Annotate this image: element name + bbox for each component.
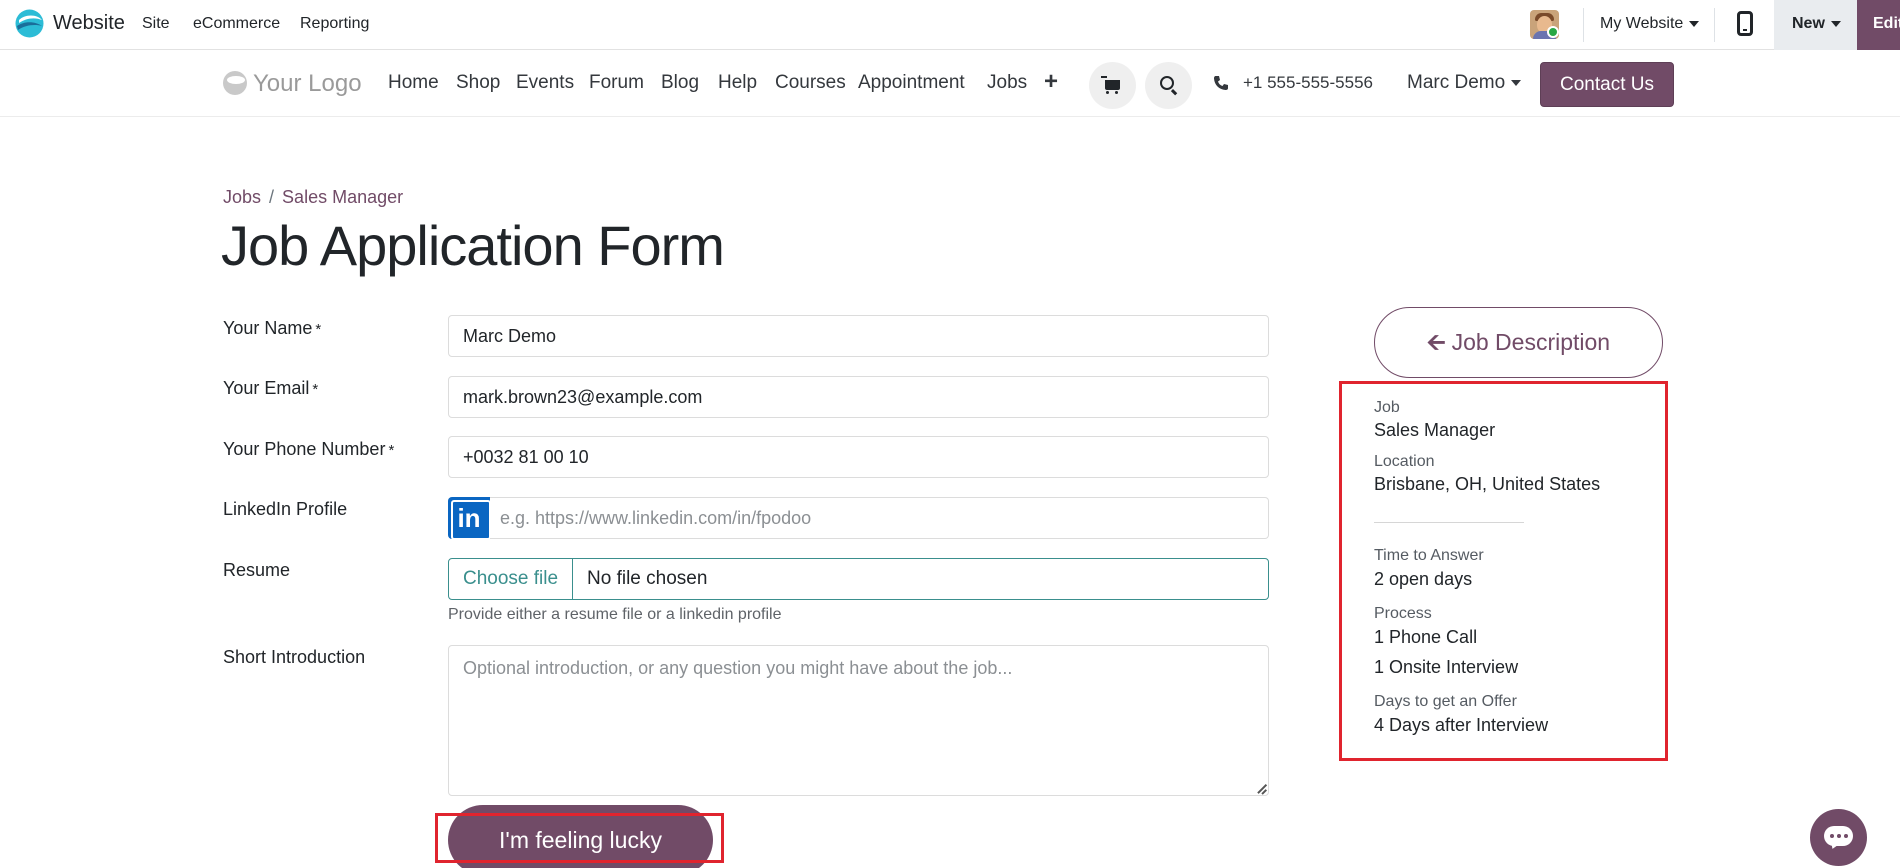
email-field[interactable]: mark.brown23@example.com xyxy=(448,376,1269,418)
app-brand[interactable]: Website xyxy=(53,12,125,35)
cart-icon xyxy=(1101,76,1120,94)
admin-bar: Website Site eCommerce Reporting My Webs… xyxy=(0,0,1900,50)
breadcrumb: Jobs / Sales Manager xyxy=(223,187,403,208)
location-value: Brisbane, OH, United States xyxy=(1374,474,1601,494)
nav-blog[interactable]: Blog xyxy=(661,72,699,94)
search-icon xyxy=(1160,76,1174,90)
name-field[interactable]: Marc Demo xyxy=(448,315,1269,357)
divider xyxy=(1583,8,1584,42)
nav-jobs[interactable]: Jobs xyxy=(987,72,1027,94)
name-label: Your Name * xyxy=(223,318,322,338)
process-step: 1 Onsite Interview xyxy=(1374,657,1519,677)
search-button[interactable] xyxy=(1145,62,1192,109)
introduction-textarea[interactable]: Optional introduction, or any question y… xyxy=(448,645,1269,796)
new-button[interactable]: New xyxy=(1774,0,1857,50)
site-logo[interactable]: Your Logo xyxy=(223,70,362,98)
nav-forum[interactable]: Forum xyxy=(589,72,644,94)
introduction-label: Short Introduction xyxy=(223,647,366,667)
edit-button[interactable]: Edit xyxy=(1857,0,1900,50)
menu-site[interactable]: Site xyxy=(142,15,170,33)
file-status: No file chosen xyxy=(587,568,708,589)
logo-mark-icon xyxy=(223,71,247,95)
breadcrumb-separator: / xyxy=(269,187,275,207)
add-menu-item-icon[interactable]: + xyxy=(1044,68,1058,96)
nav-help[interactable]: Help xyxy=(718,72,757,94)
chat-icon xyxy=(1824,826,1853,846)
phone-icon xyxy=(1214,76,1228,90)
choose-file-button[interactable]: Choose file xyxy=(449,559,573,599)
linkedin-icon: in xyxy=(448,497,491,540)
nav-shop[interactable]: Shop xyxy=(456,72,500,94)
phone-label: Your Phone Number * xyxy=(223,439,395,459)
nav-events[interactable]: Events xyxy=(516,72,574,94)
resume-file-input[interactable]: Choose file No file chosen xyxy=(448,558,1269,600)
breadcrumb-jobs[interactable]: Jobs xyxy=(223,187,261,207)
nav-courses[interactable]: Courses xyxy=(775,72,846,94)
email-label: Your Email * xyxy=(223,378,319,398)
cart-button[interactable] xyxy=(1089,62,1136,109)
location-label: Location xyxy=(1374,453,1435,470)
menu-ecommerce[interactable]: eCommerce xyxy=(193,15,280,33)
process-step: 1 Phone Call xyxy=(1374,627,1478,647)
website-selector[interactable]: My Website xyxy=(1600,15,1700,33)
menu-reporting[interactable]: Reporting xyxy=(300,15,369,33)
resume-label: Resume xyxy=(223,560,291,580)
user-menu[interactable]: Marc Demo xyxy=(1407,72,1522,94)
nav-home[interactable]: Home xyxy=(388,72,439,94)
phone-field[interactable]: +0032 81 00 10 xyxy=(448,436,1269,478)
divider xyxy=(1374,522,1524,523)
phone-number[interactable]: +1 555-555-5556 xyxy=(1243,73,1373,93)
resize-grip-icon[interactable] xyxy=(1256,783,1266,793)
chevron-down-icon xyxy=(1689,20,1700,27)
online-status-dot xyxy=(1547,26,1559,38)
chevron-down-icon xyxy=(1830,20,1841,27)
mobile-preview-icon[interactable] xyxy=(1737,11,1753,36)
job-label: Job xyxy=(1374,399,1400,416)
livechat-button[interactable] xyxy=(1810,809,1867,866)
time-to-answer-value: 2 open days xyxy=(1374,569,1473,589)
site-header: Your Logo Home Shop Events Forum Blog He… xyxy=(0,50,1900,117)
process-label: Process xyxy=(1374,605,1432,622)
website-app-icon[interactable] xyxy=(15,9,44,38)
arrow-left-icon: 🡨 xyxy=(1426,329,1446,355)
divider xyxy=(1714,8,1715,42)
time-to-answer-label: Time to Answer xyxy=(1374,547,1484,564)
breadcrumb-current[interactable]: Sales Manager xyxy=(282,187,403,207)
linkedin-field[interactable]: e.g. https://www.linkedin.com/in/fpodoo xyxy=(490,497,1269,539)
page-title: Job Application Form xyxy=(221,214,725,277)
linkedin-label: LinkedIn Profile xyxy=(223,499,348,519)
offer-label: Days to get an Offer xyxy=(1374,693,1517,710)
chevron-down-icon xyxy=(1511,79,1522,86)
submit-button[interactable]: I'm feeling lucky xyxy=(448,805,713,868)
introduction-placeholder: Optional introduction, or any question y… xyxy=(463,658,1013,678)
offer-value: 4 Days after Interview xyxy=(1374,715,1549,735)
nav-appointment[interactable]: Appointment xyxy=(858,72,965,94)
contact-us-button[interactable]: Contact Us xyxy=(1540,62,1674,107)
job-description-button[interactable]: 🡨 Job Description xyxy=(1374,307,1663,378)
job-value: Sales Manager xyxy=(1374,420,1496,440)
resume-help-text: Provide either a resume file or a linked… xyxy=(448,606,782,623)
